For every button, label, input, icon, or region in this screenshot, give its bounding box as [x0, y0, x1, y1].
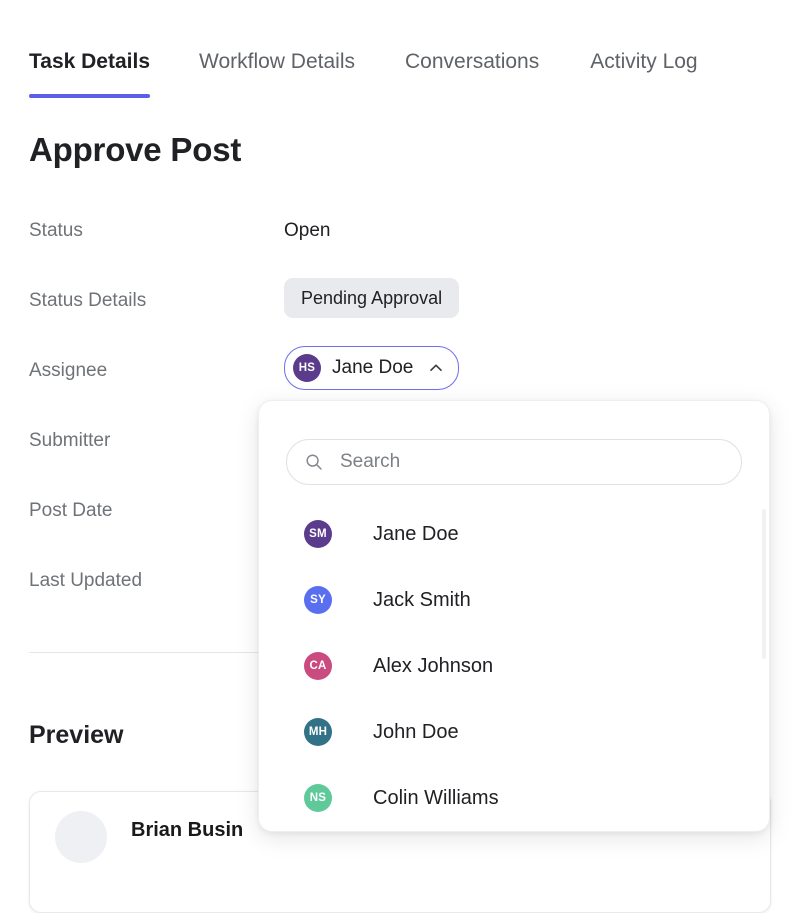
option-name: Colin Williams: [373, 786, 499, 809]
assignee-select-chip[interactable]: HS Jane Doe: [284, 346, 460, 390]
chevron-up-icon: [426, 358, 446, 378]
detail-label: Status: [29, 220, 83, 241]
detail-label: Last Updated: [29, 570, 143, 591]
preview-author-name: Brian Busin: [131, 819, 244, 841]
list-item[interactable]: SY Jack Smith: [259, 567, 769, 633]
tab-label: Task Details: [29, 50, 151, 73]
search-field[interactable]: [286, 439, 742, 485]
tab-conversations[interactable]: Conversations: [405, 48, 539, 98]
status-value: Open: [284, 220, 331, 241]
search-input[interactable]: [338, 450, 712, 474]
active-tab-underline: [29, 94, 151, 98]
avatar: MH: [304, 718, 332, 746]
tab-label: Activity Log: [590, 50, 698, 73]
dropdown-scrollbar[interactable]: [762, 509, 766, 659]
tab-label: Workflow Details: [199, 50, 355, 73]
detail-label: Submitter: [29, 430, 111, 451]
preview-heading: Preview: [29, 721, 124, 749]
tab-activity-log[interactable]: Activity Log: [590, 48, 697, 98]
avatar: HS: [293, 354, 321, 382]
option-name: Alex Johnson: [373, 654, 494, 677]
avatar: SY: [304, 586, 332, 614]
assignee-option-list: SM Jane Doe SY Jack Smith CA Alex Johnso…: [259, 501, 769, 831]
list-item[interactable]: SM Jane Doe: [259, 501, 769, 567]
tab-task-details[interactable]: Task Details: [29, 48, 151, 98]
detail-row-status: Status Open: [0, 215, 798, 285]
assignee-name: Jane Doe: [332, 357, 414, 378]
tab-workflow-details[interactable]: Workflow Details: [199, 48, 355, 98]
avatar: SM: [304, 520, 332, 548]
assignee-dropdown-panel: SM Jane Doe SY Jack Smith CA Alex Johnso…: [258, 400, 770, 832]
search-icon: [304, 452, 324, 472]
detail-label: Status Details: [29, 290, 147, 311]
list-item[interactable]: MH John Doe: [259, 699, 769, 765]
detail-label: Post Date: [29, 500, 113, 521]
avatar: CA: [304, 652, 332, 680]
user-avatar-placeholder: [55, 811, 107, 863]
page-title: Approve Post: [29, 131, 242, 168]
option-name: Jack Smith: [373, 588, 471, 611]
detail-row-status-details: Status Details Pending Approval: [0, 278, 798, 355]
status-badge: Pending Approval: [284, 278, 460, 318]
list-item[interactable]: NS Colin Williams: [259, 765, 769, 831]
avatar: NS: [304, 784, 332, 812]
option-name: Jane Doe: [373, 522, 459, 545]
list-item[interactable]: CA Alex Johnson: [259, 633, 769, 699]
tab-bar: Task Details Workflow Details Conversati…: [0, 48, 798, 104]
tab-label: Conversations: [405, 50, 540, 73]
option-name: John Doe: [373, 720, 459, 743]
detail-label: Assignee: [29, 360, 108, 381]
